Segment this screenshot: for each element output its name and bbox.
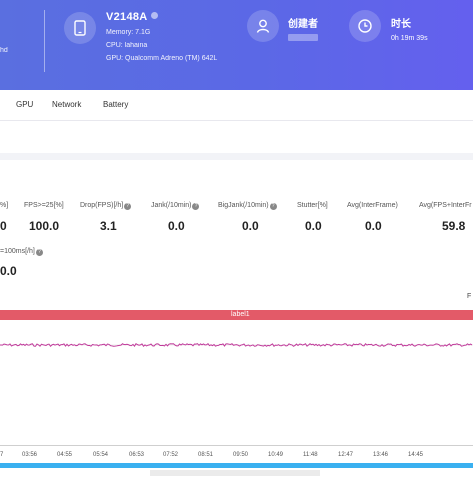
label-band-text: label1 <box>231 311 250 318</box>
metric-label: =100ms[/h]? <box>0 248 43 256</box>
metric-value: 0.0 <box>0 264 17 278</box>
x-tick-label: 13:46 <box>373 452 389 458</box>
legend-area <box>150 470 320 476</box>
metric-value: 0 <box>0 219 7 233</box>
help-icon[interactable]: ? <box>124 203 132 210</box>
help-icon[interactable]: ? <box>269 203 277 210</box>
tab-bar: GPU Network Battery <box>0 90 473 121</box>
metric-label: Avg(FPS+InterFr <box>419 202 472 209</box>
clock-icon <box>349 10 381 42</box>
metric-value: 100.0 <box>29 219 60 233</box>
metric-label: Stutter[%] <box>297 202 328 209</box>
duration-label: 时长 <box>391 19 411 30</box>
phone-icon <box>64 12 96 44</box>
metric-value: 59.8 <box>442 219 466 233</box>
metric-value: 0.0 <box>305 219 322 233</box>
user-icon <box>247 10 279 42</box>
x-tick-label: 08:51 <box>198 452 214 458</box>
device-header: hd V2148A Memory: 7.1G CPU: lahaina GPU:… <box>0 0 473 90</box>
tab-gpu[interactable]: GPU <box>16 100 33 109</box>
metric-label: %] <box>0 202 9 209</box>
device-cpu: CPU: lahaina <box>106 42 148 49</box>
duration-value: 0h 19m 39s <box>391 35 428 42</box>
label-band[interactable]: label1 <box>0 310 473 320</box>
chart-corner-mark: F <box>467 293 472 300</box>
toolbar-strip <box>0 121 473 153</box>
time-range-scrollbar[interactable] <box>0 463 473 468</box>
creator-value-redacted <box>288 34 318 41</box>
help-icon[interactable]: ? <box>35 249 43 256</box>
help-icon[interactable]: ? <box>192 203 200 210</box>
x-tick-label: 7 <box>0 452 4 458</box>
x-axis <box>0 445 473 446</box>
metric-value: 3.1 <box>100 219 117 233</box>
device-name: V2148A <box>106 11 158 23</box>
x-tick-label: 09:50 <box>233 452 249 458</box>
tab-network[interactable]: Network <box>52 100 81 109</box>
metric-label: FPS>=25[%] <box>24 202 64 209</box>
x-tick-label: 03:56 <box>22 452 38 458</box>
metric-label: Jank(/10min)? <box>151 202 200 210</box>
x-tick-label: 07:52 <box>163 452 179 458</box>
creator-label: 创建者 <box>288 19 318 30</box>
x-tick-label: 12:47 <box>338 452 354 458</box>
metric-value: 0.0 <box>168 219 185 233</box>
metric-label: Drop(FPS)[/h]? <box>80 202 132 210</box>
header-divider <box>44 10 45 72</box>
x-tick-label: 10:49 <box>268 452 284 458</box>
device-gpu: GPU: Qualcomm Adreno (TM) 642L <box>106 55 218 62</box>
header-edge-text: hd <box>0 47 8 54</box>
metric-label: BigJank(/10min)? <box>218 202 277 210</box>
x-tick-label: 06:53 <box>129 452 145 458</box>
x-tick-label: 05:54 <box>93 452 109 458</box>
x-tick-label: 04:55 <box>57 452 73 458</box>
device-memory: Memory: 7.1G <box>106 29 151 36</box>
fps-line-chart <box>0 343 473 348</box>
metric-value: 0.0 <box>242 219 259 233</box>
x-tick-label: 11:48 <box>303 452 318 458</box>
fps-panel: %] FPS>=25[%] Drop(FPS)[/h]? Jank(/10min… <box>0 160 473 477</box>
device-info-icon[interactable] <box>150 12 158 19</box>
metric-value: 0.0 <box>365 219 382 233</box>
x-tick-label: 14:45 <box>408 452 424 458</box>
metric-label: Avg(InterFrame) <box>347 202 398 209</box>
tab-battery[interactable]: Battery <box>103 100 128 109</box>
